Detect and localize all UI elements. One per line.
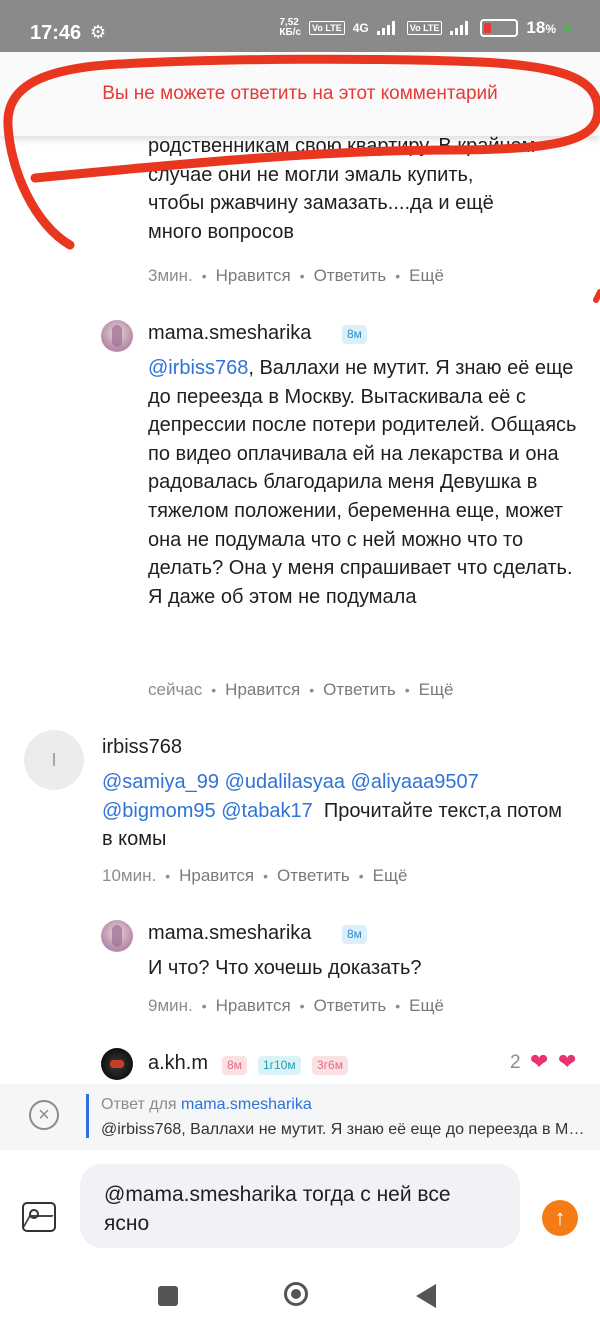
comment-input[interactable]: @mama.smesharika тогда с ней все ясно	[80, 1164, 520, 1248]
username[interactable]: irbiss768	[102, 736, 182, 759]
heart-icon[interactable]: ❤	[530, 1049, 548, 1075]
comment-time: 3мин.	[148, 266, 193, 285]
battery-percent: 18%	[526, 18, 556, 37]
signal-icon-2	[450, 21, 472, 35]
status-right: 7,52 КБ/с Vo LTE 4G Vo LTE 18%	[279, 18, 570, 38]
comment-meta: 10мин. • Нравится • Ответить • Ещё	[102, 866, 408, 886]
avatar-letter: I	[51, 749, 57, 770]
toast-message: Вы не можете ответить на этот комментари…	[102, 83, 498, 104]
mention-link[interactable]: @udalilasyaa	[225, 771, 345, 793]
network-type: 4G	[352, 21, 369, 35]
text-line: родственникам свою квартиру. В крайнем	[148, 136, 536, 157]
avatar[interactable]: I	[24, 730, 84, 790]
comment-text: родственникам свою квартиру. В крайнем с…	[148, 136, 535, 246]
settings-notification-icon: ⚙	[90, 22, 107, 42]
mention-link[interactable]: @bigmom95	[102, 800, 216, 822]
comment-body: , Валлахи не мутит. Я знаю её еще до пер…	[148, 357, 577, 608]
more-button[interactable]: Ещё	[419, 680, 454, 700]
close-icon[interactable]: ×	[29, 1100, 59, 1130]
comment-meta: 3мин. • Нравится • Ответить • Ещё	[148, 266, 444, 286]
status-dot	[564, 25, 570, 31]
reply-title: Ответ для mama.smesharika	[101, 1096, 312, 1114]
avatar[interactable]	[101, 1048, 133, 1080]
comment-text: @samiya_99 @udalilasyaa @aliyaaa9507 @bi…	[102, 768, 562, 854]
text-line: много вопросов	[148, 220, 295, 243]
status-time: 17:46	[30, 22, 82, 44]
avatar[interactable]	[101, 920, 133, 952]
error-toast: Вы не можете ответить на этот комментари…	[0, 52, 600, 136]
like-button[interactable]: Нравится	[225, 680, 300, 700]
reply-to-user[interactable]: mama.smesharika	[181, 1096, 312, 1113]
volte-badge-2: Vo LTE	[406, 21, 443, 35]
recents-icon[interactable]	[158, 1286, 178, 1306]
username[interactable]: a.kh.m	[148, 1052, 208, 1075]
user-badge: 1г10м	[258, 1056, 301, 1075]
comment-time: сейчас	[148, 680, 203, 699]
comment-meta: 9мин. • Нравится • Ответить • Ещё	[148, 996, 444, 1016]
comment-time: 9мин.	[148, 996, 193, 1015]
network-speed: 7,52 КБ/с	[279, 17, 302, 38]
comment-time: 10мин.	[102, 866, 157, 885]
reply-prefix: Ответ для	[101, 1096, 177, 1113]
username[interactable]: mama.smesharika	[148, 322, 311, 345]
system-nav-bar	[0, 1270, 600, 1332]
username[interactable]: mama.smesharika	[148, 922, 311, 945]
mention-link[interactable]: @irbiss768	[148, 357, 248, 379]
user-badge: 8м	[222, 1056, 247, 1075]
reply-button[interactable]: Ответить	[314, 996, 387, 1016]
reply-button[interactable]: Ответить	[323, 680, 396, 700]
user-badge: 3г6м	[312, 1056, 348, 1075]
send-icon[interactable]: ↑	[542, 1200, 578, 1236]
image-icon[interactable]	[22, 1202, 56, 1232]
mention-link[interactable]: @samiya_99	[102, 771, 219, 793]
reply-preview-bar: × Ответ для mama.smesharika @irbiss768, …	[0, 1084, 600, 1150]
reply-button[interactable]: Ответить	[314, 266, 387, 286]
composer: @mama.smesharika тогда с ней все ясно ↑	[0, 1150, 600, 1270]
volte-badge: Vo LTE	[309, 21, 345, 35]
mention-link[interactable]: @aliyaaa9507	[351, 771, 479, 793]
mention-link[interactable]: @tabak17	[221, 800, 312, 822]
battery-icon	[480, 19, 519, 37]
more-button[interactable]: Ещё	[409, 266, 444, 286]
home-icon[interactable]	[284, 1282, 308, 1306]
comment-text: И что? Что хочешь доказать?	[148, 957, 422, 979]
like-button[interactable]: Нравится	[179, 866, 254, 886]
comment-c5: a.kh.m 8м 1г10м 3г6м 2 ❤ ❤	[0, 1046, 600, 1084]
status-bar: 17:46 ⚙ 7,52 КБ/с Vo LTE 4G Vo LTE 18%	[0, 0, 600, 52]
text-line: чтобы ржавчину замазать....да и ещё	[148, 192, 494, 215]
broken-heart-icon[interactable]: ❤	[558, 1049, 576, 1075]
more-button[interactable]: Ещё	[373, 866, 408, 886]
more-button[interactable]: Ещё	[409, 996, 444, 1016]
like-button[interactable]: Нравится	[216, 996, 291, 1016]
signal-icon	[376, 21, 399, 35]
comment-text: @irbiss768, Валлахи не мутит. Я знаю её …	[148, 354, 588, 611]
comment-meta: сейчас • Нравится • Ответить • Ещё	[148, 680, 454, 700]
reply-button[interactable]: Ответить	[277, 866, 350, 886]
reply-quote: @irbiss768, Валлахи не мутит. Я знаю её …	[101, 1121, 591, 1138]
avatar[interactable]	[101, 320, 133, 352]
user-badge: 8м	[342, 925, 367, 944]
back-icon[interactable]	[416, 1284, 436, 1308]
like-count: 2	[510, 1052, 521, 1073]
user-badge: 8м	[342, 325, 367, 344]
comments-feed[interactable]: родственникам свою квартиру. В крайнем с…	[0, 136, 600, 1084]
reply-accent-line	[86, 1094, 89, 1138]
text-line: случае они не могли эмаль купить,	[148, 163, 474, 186]
like-button[interactable]: Нравится	[216, 266, 291, 286]
